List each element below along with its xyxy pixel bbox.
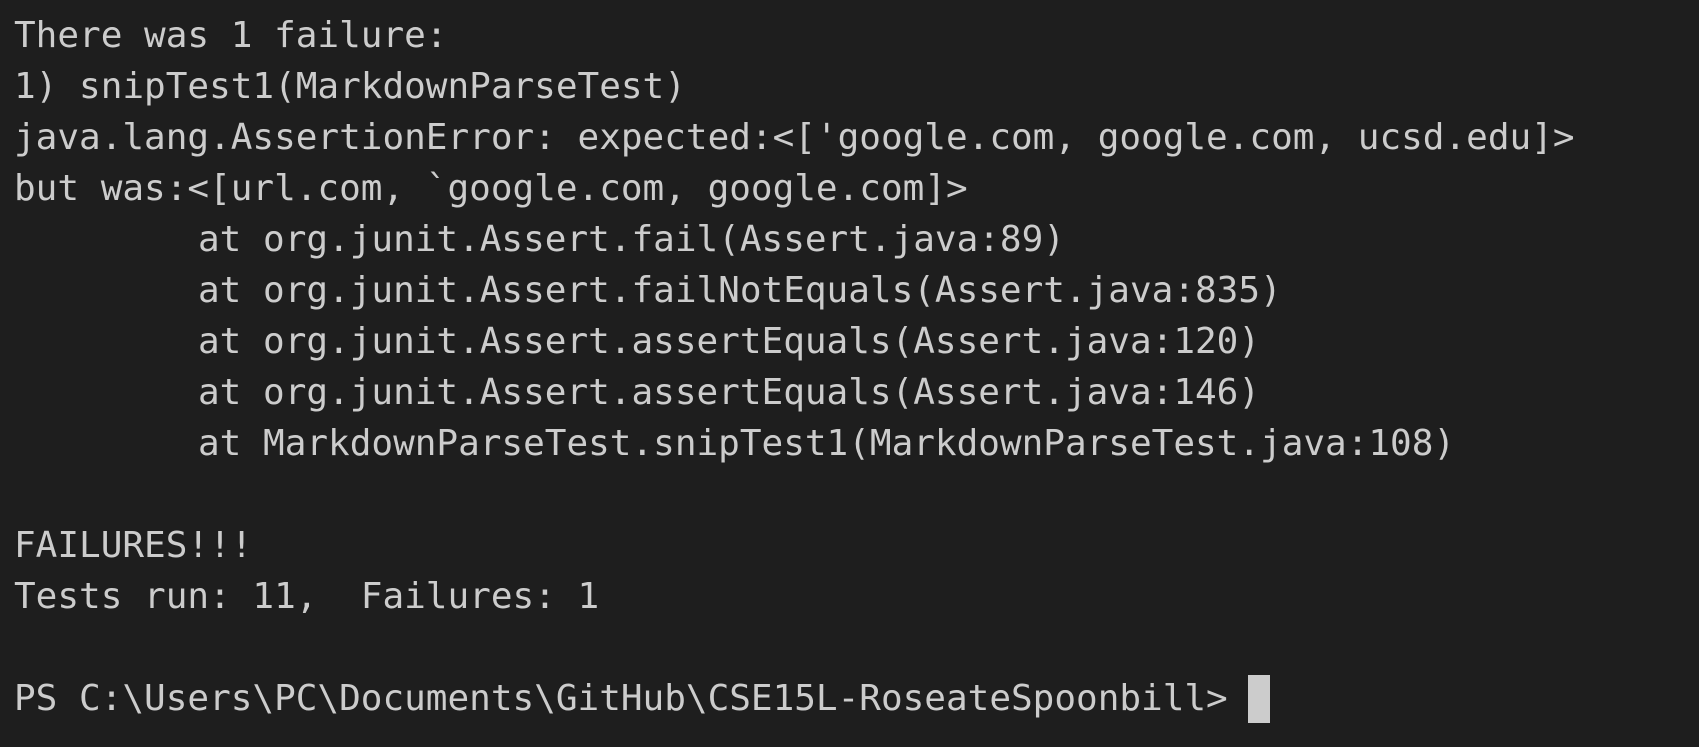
stack-trace-line: at org.junit.Assert.assertEquals(Assert.… bbox=[198, 372, 1261, 413]
test-run-summary: Tests run: 11, Failures: 1 bbox=[14, 576, 600, 617]
assertion-error-expected: java.lang.AssertionError: expected:<['go… bbox=[14, 117, 1575, 158]
terminal-window[interactable]: There was 1 failure: 1) snipTest1(Markdo… bbox=[0, 0, 1699, 747]
failures-banner: FAILURES!!! bbox=[14, 525, 253, 566]
stack-trace-line: at org.junit.Assert.assertEquals(Assert.… bbox=[198, 321, 1261, 362]
assertion-error-actual: but was:<[url.com, `google.com, google.c… bbox=[14, 168, 968, 209]
text-cursor bbox=[1247, 674, 1270, 723]
prompt-path: PS C:\Users\PC\Documents\GitHub\CSE15L-R… bbox=[14, 678, 1228, 719]
stack-trace-line: at org.junit.Assert.fail(Assert.java:89) bbox=[198, 219, 1065, 260]
failure-summary: There was 1 failure: bbox=[14, 15, 448, 56]
command-prompt[interactable]: PS C:\Users\PC\Documents\GitHub\CSE15L-R… bbox=[14, 673, 1699, 724]
stack-trace-line: at MarkdownParseTest.snipTest1(MarkdownP… bbox=[198, 423, 1456, 464]
failure-test-name: 1) snipTest1(MarkdownParseTest) bbox=[14, 66, 686, 107]
stack-trace-line: at org.junit.Assert.failNotEquals(Assert… bbox=[198, 270, 1282, 311]
